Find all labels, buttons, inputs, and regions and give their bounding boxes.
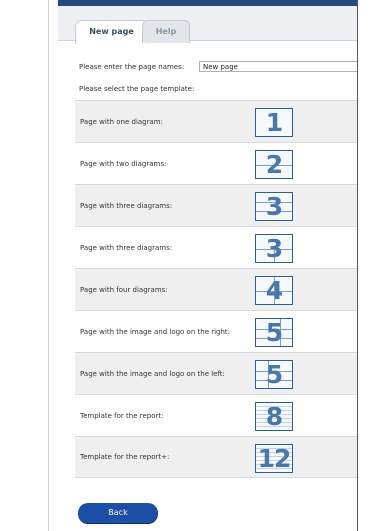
- back-button[interactable]: Back: [78, 503, 158, 523]
- template-number: 8: [265, 402, 283, 431]
- template-one-diagram-icon[interactable]: 1: [255, 108, 293, 137]
- template-row-report-plus[interactable]: Template for the report+: 12: [75, 436, 357, 478]
- template-three-diagrams-b-icon[interactable]: 3: [255, 234, 293, 263]
- template-number: 3: [265, 192, 283, 221]
- template-label: Page with the image and logo on the righ…: [80, 327, 231, 336]
- new-page-panel: New page Help Please enter the page name…: [58, 0, 357, 531]
- template-number: 5: [265, 318, 283, 347]
- page-name-input[interactable]: [199, 61, 357, 72]
- template-row-three-diagrams-a[interactable]: Page with three diagrams: 3: [75, 184, 357, 226]
- template-number: 4: [265, 276, 283, 305]
- template-select-label: Please select the page template:: [79, 85, 195, 93]
- right-divider: [357, 0, 358, 531]
- template-number: 1: [265, 108, 283, 137]
- template-four-diagrams-icon[interactable]: 4: [255, 276, 293, 305]
- template-number: 12: [257, 444, 292, 473]
- template-number: 2: [265, 150, 283, 179]
- template-row-four-diagrams[interactable]: Page with four diagrams: 4: [75, 268, 357, 310]
- template-row-image-logo-left[interactable]: Page with the image and logo on the left…: [75, 352, 357, 394]
- template-row-report[interactable]: Template for the report: 8: [75, 394, 357, 436]
- tab-help[interactable]: Help: [142, 20, 190, 43]
- template-label: Page with one diagram:: [80, 117, 163, 126]
- template-report-plus-icon[interactable]: 12: [255, 444, 293, 473]
- template-label: Page with the image and logo on the left…: [80, 369, 225, 378]
- template-row-one-diagram[interactable]: Page with one diagram: 1: [75, 100, 357, 142]
- template-label: Page with three diagrams:: [80, 243, 173, 252]
- left-gutter: [0, 0, 49, 531]
- template-row-three-diagrams-b[interactable]: Page with three diagrams: 3: [75, 226, 357, 268]
- template-label: Page with four diagrams:: [80, 285, 168, 294]
- template-two-diagrams-icon[interactable]: 2: [255, 150, 293, 179]
- template-number: 3: [265, 234, 283, 263]
- template-label: Page with three diagrams:: [80, 201, 173, 210]
- template-label: Page with two diagrams:: [80, 159, 167, 168]
- template-three-diagrams-a-icon[interactable]: 3: [255, 192, 293, 221]
- template-number: 5: [265, 360, 283, 389]
- template-row-image-logo-right[interactable]: Page with the image and logo on the righ…: [75, 310, 357, 352]
- template-row-two-diagrams[interactable]: Page with two diagrams: 2: [75, 142, 357, 184]
- template-list: Page with one diagram: 1 Page with two d…: [75, 100, 357, 478]
- tab-strip: New page Help: [58, 6, 357, 44]
- template-label: Template for the report:: [80, 411, 164, 420]
- template-image-logo-right-icon[interactable]: 5: [255, 318, 293, 347]
- template-image-logo-left-icon[interactable]: 5: [255, 360, 293, 389]
- template-report-icon[interactable]: 8: [255, 402, 293, 431]
- template-label: Template for the report+:: [80, 453, 170, 461]
- tab-new-page[interactable]: New page: [75, 20, 148, 44]
- page-name-label: Please enter the page names:: [79, 63, 185, 71]
